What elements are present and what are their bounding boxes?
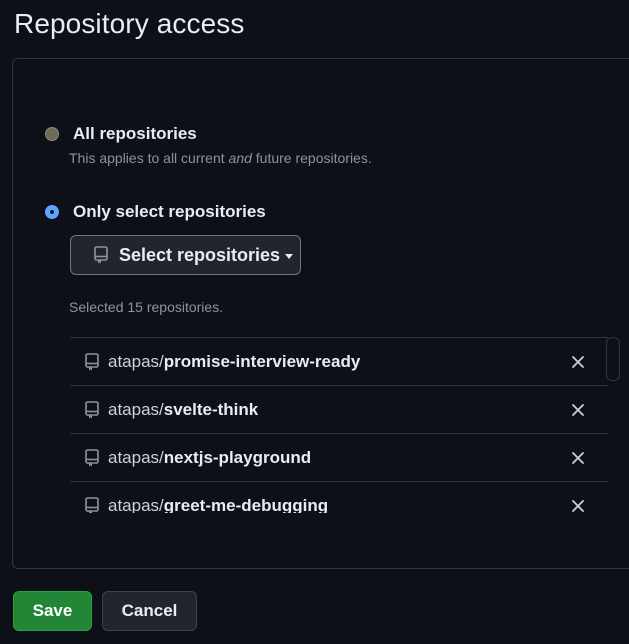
selected-repositories-count: Selected 15 repositories. [69,299,224,315]
repo-icon [85,448,99,466]
select-repositories-label: Select repositories [119,244,281,265]
save-button[interactable]: Save [13,591,92,631]
radio-only-select-repositories[interactable]: Only select repositories [45,202,266,222]
repo-list-item: atapas/nextjs-playground [70,434,608,482]
all-repositories-description: This applies to all current and future r… [69,150,372,166]
radio-button-checked[interactable] [45,205,59,219]
repo-full-name: atapas/promise-interview-ready [108,352,360,372]
repo-name: greet-me-debugging [163,495,329,514]
repo-icon [85,400,99,418]
repo-icon [85,352,99,370]
select-repositories-button[interactable]: Select repositories [70,235,301,275]
repo-owner: atapas/ [108,351,164,371]
repo-list-scrollbar[interactable] [606,337,620,381]
close-icon[interactable] [570,354,586,370]
chevron-down-icon [285,253,294,259]
repository-access-page: Repository access All repositories This … [0,0,629,644]
radio-all-repositories-label: All repositories [73,124,197,143]
repo-full-name: atapas/svelte-think [108,400,258,420]
repo-icon [85,496,99,513]
repo-icon [94,246,108,264]
repo-full-name: atapas/nextjs-playground [108,448,311,468]
repo-name: promise-interview-ready [163,351,361,371]
repo-owner: atapas/ [108,399,164,419]
repo-owner: atapas/ [108,495,164,514]
repo-name: nextjs-playground [163,447,312,467]
radio-all-repositories[interactable]: All repositories [45,124,197,144]
close-icon[interactable] [570,450,586,466]
repo-list-item: atapas/greet-me-debugging [70,482,608,513]
selected-repository-list: atapas/promise-interview-ready atapas/sv… [70,337,608,513]
repo-name: svelte-think [163,399,259,419]
cancel-button[interactable]: Cancel [102,591,197,631]
radio-only-select-label: Only select repositories [73,202,266,221]
radio-button-unchecked[interactable] [45,127,59,141]
close-icon[interactable] [570,402,586,418]
page-title: Repository access [14,8,245,39]
repo-owner: atapas/ [108,447,164,467]
repo-list-item: atapas/svelte-think [70,386,608,434]
repo-list-item: atapas/promise-interview-ready [70,338,608,386]
repo-full-name: atapas/greet-me-debugging [108,496,328,514]
close-icon[interactable] [570,498,586,514]
